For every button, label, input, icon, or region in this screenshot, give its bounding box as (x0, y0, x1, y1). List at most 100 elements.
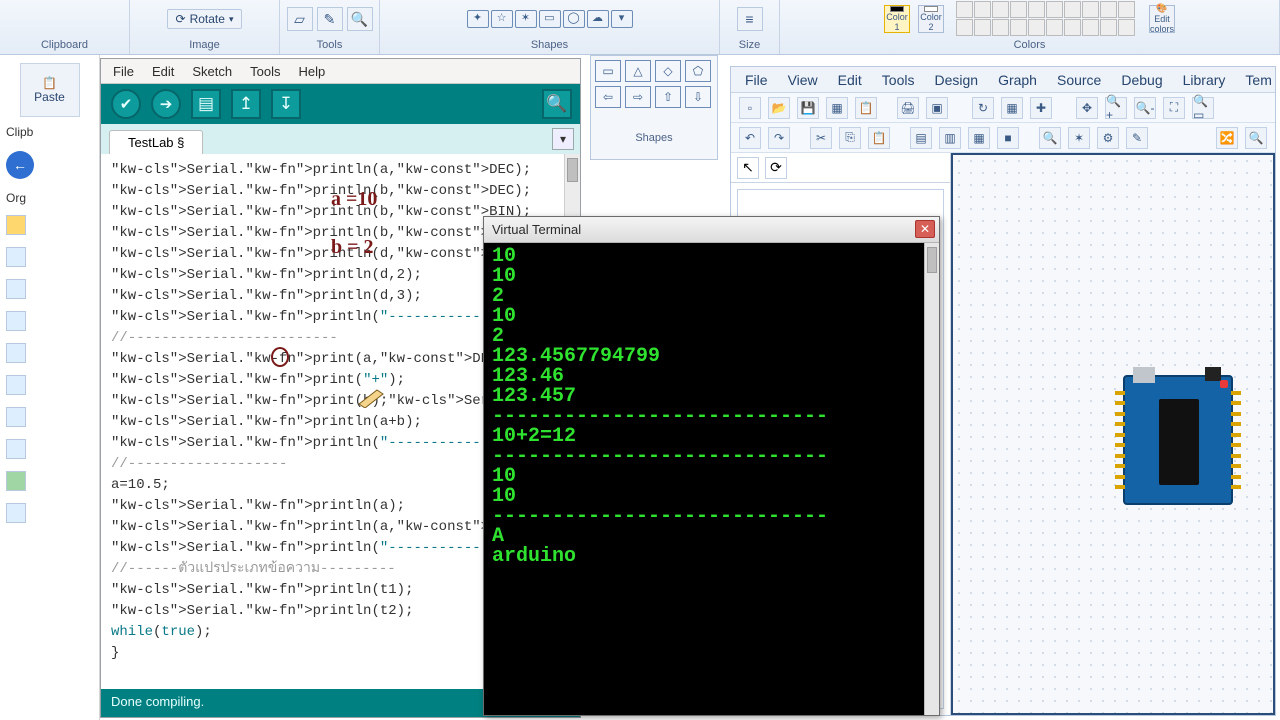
print-icon[interactable]: 🖨 (897, 97, 919, 119)
verify-button[interactable]: ✔ (111, 89, 141, 119)
paste-button[interactable]: 📋 Paste (20, 63, 80, 117)
cut-icon[interactable]: ✂ (810, 127, 832, 149)
rotate-tool-icon[interactable]: ⟳ (765, 157, 787, 179)
rotate-button[interactable]: ⟳ Rotate (167, 9, 243, 29)
paste2-icon[interactable]: 📋 (868, 127, 890, 149)
folder-icon[interactable] (6, 375, 26, 395)
close-button[interactable]: ✕ (915, 220, 935, 238)
pick-icon[interactable]: 🔍 (1039, 127, 1061, 149)
picker-icon[interactable]: ✎ (317, 7, 343, 31)
shape-pent-icon[interactable]: ⬠ (685, 60, 711, 82)
shape-arrow-u-icon[interactable]: ⇧ (655, 86, 681, 108)
vterm-scrollbar-thumb[interactable] (927, 247, 937, 273)
schematic-canvas[interactable] (951, 153, 1275, 715)
sketch-tab[interactable]: TestLab § (109, 130, 203, 154)
folder-icon[interactable] (6, 439, 26, 459)
pmenu-graph[interactable]: Graph (998, 72, 1037, 88)
color-palette[interactable] (956, 1, 1135, 36)
refresh-icon[interactable]: ↻ (972, 97, 994, 119)
computer-icon[interactable] (6, 503, 26, 523)
shape-tri-icon[interactable]: △ (625, 60, 651, 82)
zoom-area-icon[interactable]: 🔍▭ (1192, 97, 1214, 119)
zoom-fit-icon[interactable]: ⛶ (1163, 97, 1185, 119)
pmenu-tem[interactable]: Tem (1245, 72, 1271, 88)
search-comp-icon[interactable]: 🔍 (1245, 127, 1267, 149)
origin-icon[interactable]: ✚ (1030, 97, 1052, 119)
menu-tools[interactable]: Tools (250, 64, 280, 79)
new-sketch-button[interactable]: ▤ (191, 89, 221, 119)
shape-gallery[interactable]: ✦ ☆ ✶ ▭ ◯ ☁ ▾ (467, 10, 633, 28)
menu-edit[interactable]: Edit (152, 64, 174, 79)
shape-star4-icon[interactable]: ✦ (467, 10, 489, 28)
shape-star6-icon[interactable]: ✶ (515, 10, 537, 28)
region-icon[interactable]: ▣ (926, 97, 948, 119)
block-move-icon[interactable]: ▥ (939, 127, 961, 149)
virtual-terminal-window[interactable]: Virtual Terminal ✕ 10 10 2 10 2 123.4567… (483, 216, 940, 716)
pmenu-debug[interactable]: Debug (1121, 72, 1162, 88)
favorites-icon[interactable] (6, 215, 26, 235)
paste-icon[interactable]: 📋 (855, 97, 877, 119)
pmenu-view[interactable]: View (788, 72, 818, 88)
shape-arrow-r-icon[interactable]: ⇨ (625, 86, 651, 108)
vterm-output[interactable]: 10 10 2 10 2 123.4567794799 123.46 123.4… (484, 243, 939, 715)
open-sketch-button[interactable]: ↥ (231, 89, 261, 119)
pmenu-tools[interactable]: Tools (882, 72, 915, 88)
make-icon[interactable]: ✶ (1068, 127, 1090, 149)
menu-help[interactable]: Help (298, 64, 325, 79)
pmenu-library[interactable]: Library (1183, 72, 1226, 88)
select-tool-icon[interactable]: ↖ (737, 157, 759, 179)
homegroup-icon[interactable] (6, 471, 26, 491)
block-rotate-icon[interactable]: ▦ (968, 127, 990, 149)
magnify-icon[interactable]: 🔍 (347, 7, 373, 31)
shape-arrow-d-icon[interactable]: ⇩ (685, 86, 711, 108)
folder-icon[interactable] (6, 247, 26, 267)
scrollbar-thumb[interactable] (567, 158, 578, 182)
serial-monitor-button[interactable]: 🔍 (542, 89, 572, 119)
decompose-icon[interactable]: ✎ (1126, 127, 1148, 149)
block-copy-icon[interactable]: ▤ (910, 127, 932, 149)
redo-icon[interactable]: ↷ (768, 127, 790, 149)
arduino-board-component[interactable] (1123, 375, 1233, 505)
new-icon[interactable]: ▫ (739, 97, 761, 119)
folder-icon[interactable] (6, 311, 26, 331)
nav-back-icon[interactable]: ← (6, 151, 34, 179)
open-icon[interactable]: 📂 (768, 97, 790, 119)
toggle-icon[interactable]: 🔀 (1216, 127, 1238, 149)
shape-arrow-l-icon[interactable]: ⇦ (595, 86, 621, 108)
shape-rect-icon[interactable]: ▭ (595, 60, 621, 82)
tab-dropdown-icon[interactable]: ▾ (552, 128, 574, 150)
shape-more-icon[interactable]: ▾ (611, 10, 633, 28)
shape-callout-oval-icon[interactable]: ◯ (563, 10, 585, 28)
folder-icon[interactable] (6, 343, 26, 363)
package-icon[interactable]: ⚙ (1097, 127, 1119, 149)
shape-star5-icon[interactable]: ☆ (491, 10, 513, 28)
zoom-in-icon[interactable]: 🔍+ (1105, 97, 1127, 119)
grid-icon[interactable]: ▦ (1001, 97, 1023, 119)
pmenu-design[interactable]: Design (934, 72, 978, 88)
vterm-titlebar[interactable]: Virtual Terminal ✕ (484, 217, 939, 243)
print-area-icon[interactable]: ▦ (826, 97, 848, 119)
block-delete-icon[interactable]: ■ (997, 127, 1019, 149)
color2-button[interactable]: Color 2 (918, 5, 944, 33)
menu-sketch[interactable]: Sketch (192, 64, 232, 79)
edit-colors-button[interactable]: 🎨 Edit colors (1149, 5, 1175, 33)
shape-diamond-icon[interactable]: ◇ (655, 60, 681, 82)
undo-icon[interactable]: ↶ (739, 127, 761, 149)
color1-button[interactable]: Color 1 (884, 5, 910, 33)
pmenu-file[interactable]: File (745, 72, 768, 88)
eraser-icon[interactable]: ▱ (287, 7, 313, 31)
save-sketch-button[interactable]: ↧ (271, 89, 301, 119)
folder-icon[interactable] (6, 407, 26, 427)
menu-file[interactable]: File (113, 64, 134, 79)
zoom-out-icon[interactable]: 🔍- (1134, 97, 1156, 119)
vterm-scrollbar[interactable] (924, 243, 939, 715)
folder-icon[interactable] (6, 279, 26, 299)
size-icon[interactable]: ≡ (737, 7, 763, 31)
shape-callout-cloud-icon[interactable]: ☁ (587, 10, 609, 28)
upload-button[interactable]: ➔ (151, 89, 181, 119)
shape-callout-rect-icon[interactable]: ▭ (539, 10, 561, 28)
pmenu-edit[interactable]: Edit (838, 72, 862, 88)
save-icon[interactable]: 💾 (797, 97, 819, 119)
pan-icon[interactable]: ✥ (1076, 97, 1098, 119)
pmenu-source[interactable]: Source (1057, 72, 1101, 88)
